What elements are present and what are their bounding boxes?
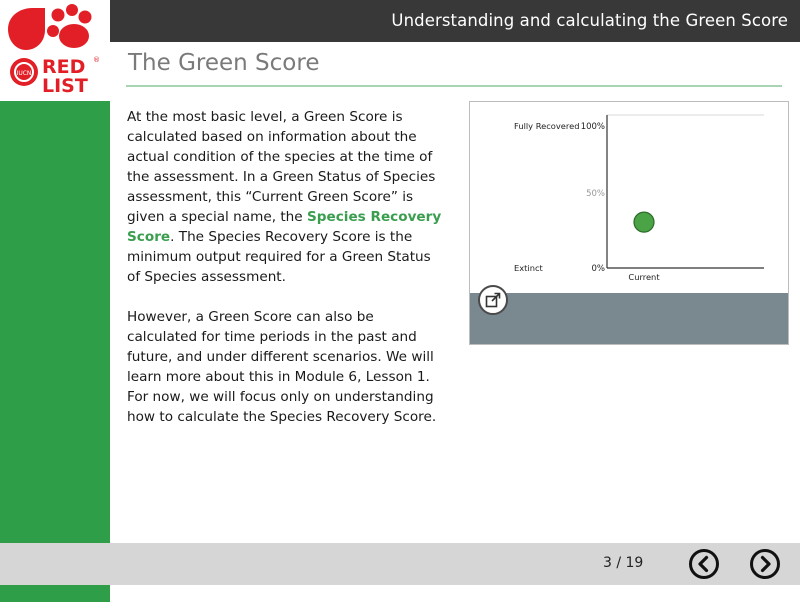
external-link-icon: [485, 292, 501, 308]
previous-button[interactable]: [688, 548, 720, 580]
red-list-logo: IUCN RED LIST ®: [0, 0, 110, 101]
logo-list-text: LIST: [42, 75, 88, 97]
body-text: At the most basic level, a Green Score i…: [127, 107, 447, 447]
y-tick-100: 100%: [581, 122, 605, 132]
module-title: Understanding and calculating the Green …: [391, 11, 788, 30]
y-top-label: Fully Recovered: [514, 121, 579, 131]
chevron-right-icon: [750, 549, 780, 579]
y-tick-50: 50%: [586, 189, 605, 199]
below-footer-area: [0, 585, 800, 602]
expand-chart-button[interactable]: [478, 285, 508, 315]
chevron-left-icon: [689, 549, 719, 579]
page-title: The Green Score: [128, 50, 320, 76]
paragraph-1-end: . The Species Recovery Score is the mini…: [127, 229, 431, 285]
iucn-badge-text: IUCN: [17, 70, 32, 77]
paragraph-1-start: At the most basic level, a Green Score i…: [127, 109, 436, 225]
below-footer-green-cap: [0, 585, 110, 602]
x-category-current: Current: [628, 272, 660, 282]
page-counter: 3 / 19: [603, 555, 644, 571]
bottom-nav-bar: 3 / 19: [0, 543, 800, 585]
left-green-strip: [0, 101, 110, 602]
registered-mark: ®: [93, 56, 100, 64]
y-bottom-label: Extinct: [514, 263, 544, 273]
bottom-bar-left-cap: [0, 543, 110, 585]
paragraph-1: At the most basic level, a Green Score i…: [127, 107, 447, 287]
header-bar: Understanding and calculating the Green …: [110, 0, 800, 42]
red-list-logo-graphic: IUCN RED LIST ®: [8, 4, 100, 97]
paragraph-2: However, a Green Score can also be calcu…: [127, 309, 437, 425]
data-point-0: [633, 211, 655, 233]
green-score-chart: Fully Recovered Extinct 100% 50% 0% Curr…: [469, 101, 789, 345]
y-tick-0: 0%: [592, 264, 606, 274]
next-button[interactable]: [749, 548, 781, 580]
chart-svg: Fully Recovered Extinct 100% 50% 0% Curr…: [514, 114, 764, 282]
title-divider: [126, 85, 782, 87]
chart-footer-bar: [470, 285, 788, 344]
